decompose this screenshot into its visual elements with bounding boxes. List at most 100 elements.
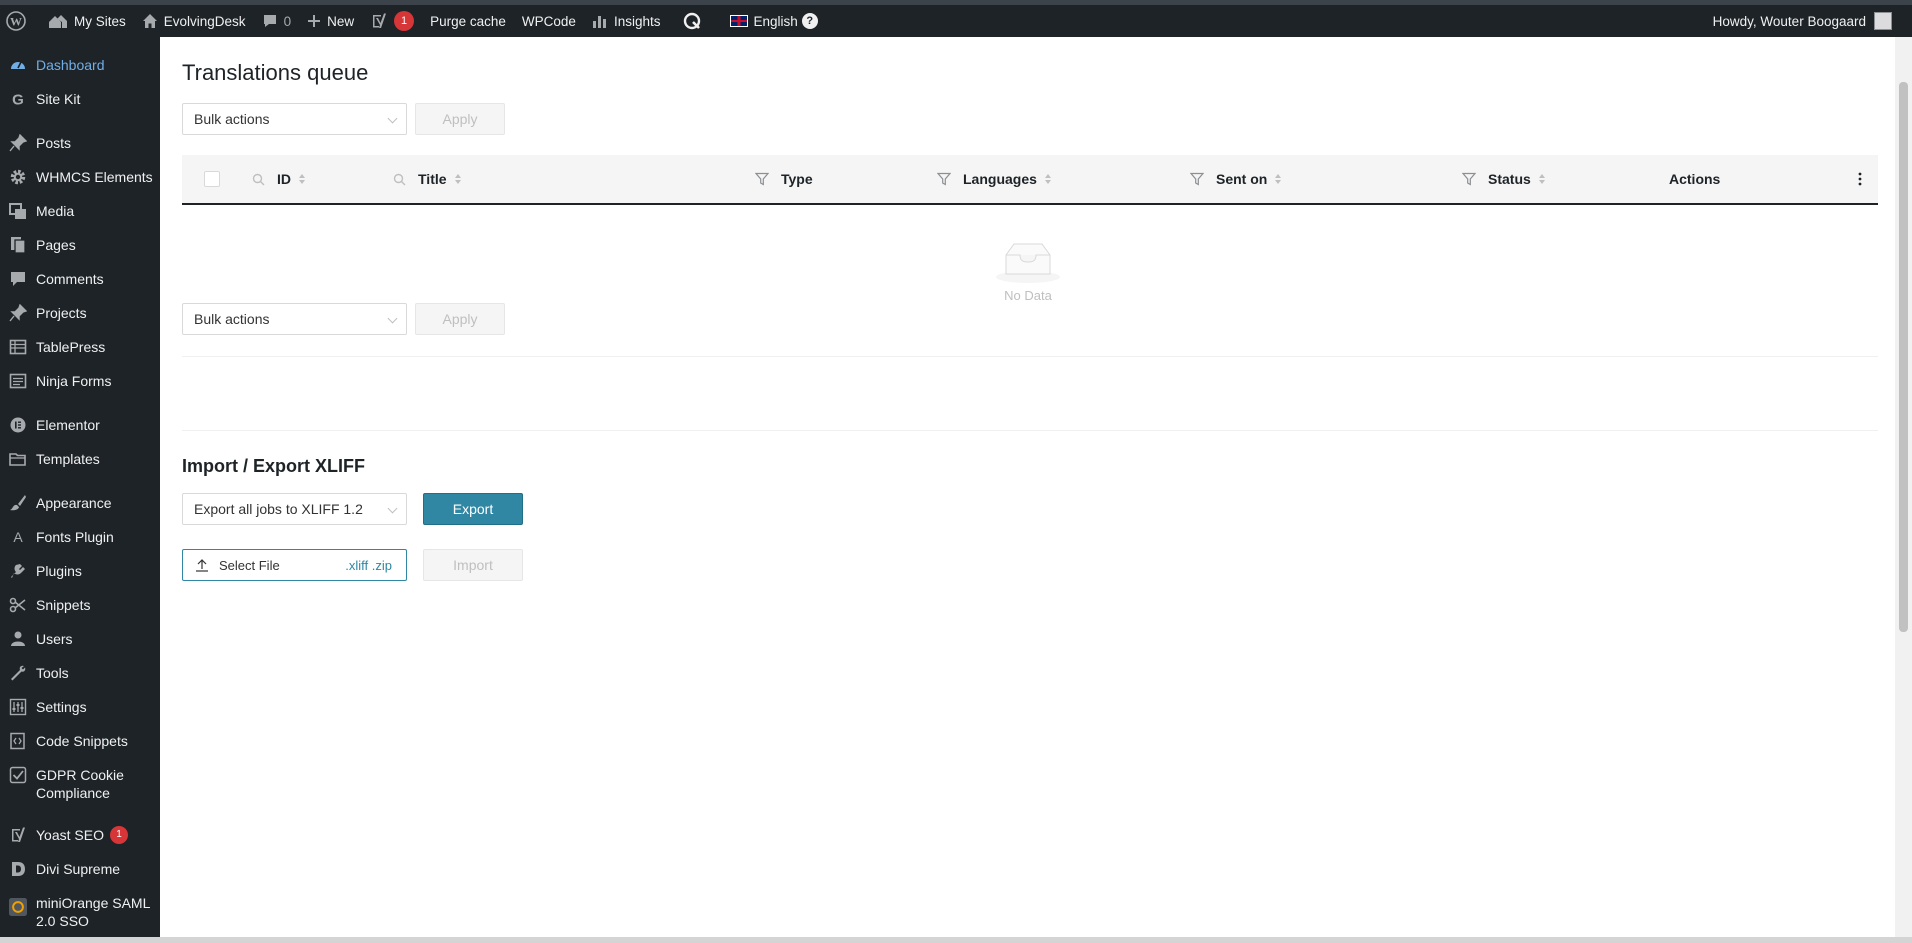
apply-button-bottom[interactable]: Apply — [415, 303, 505, 335]
sidebar-item-code-snippets[interactable]: Code Snippets — [0, 724, 160, 758]
export-button[interactable]: Export — [423, 493, 523, 525]
more-vertical-icon[interactable] — [1858, 172, 1862, 186]
sort-icon[interactable] — [1538, 174, 1545, 184]
empty-state: No Data — [980, 242, 1076, 303]
sidebar-item-label: Media — [36, 203, 75, 219]
comment-icon — [9, 270, 27, 288]
column-sent-on[interactable]: Sent on — [1190, 155, 1282, 203]
sort-icon[interactable] — [454, 174, 461, 184]
svg-text:W: W — [10, 15, 22, 29]
column-languages[interactable]: Languages — [937, 155, 1051, 203]
sidebar-item-yoast-seo[interactable]: Yoast SEO 1 — [0, 818, 160, 852]
page-scrollbar[interactable] — [1895, 37, 1912, 943]
sidebar-item-label: Tools — [36, 665, 69, 681]
sidebar-item-tools[interactable]: Tools — [0, 656, 160, 690]
sidebar-item-pages[interactable]: Pages — [0, 228, 160, 262]
yoast-notification-badge: 1 — [394, 11, 415, 31]
column-label: Actions — [1669, 171, 1721, 187]
sidebar-item-fonts-plugin[interactable]: A Fonts Plugin — [0, 520, 160, 554]
sidebar-item-label: Code Snippets — [36, 733, 128, 749]
sidebar-item-elementor[interactable]: Elementor — [0, 408, 160, 442]
column-type[interactable]: Type — [755, 155, 813, 203]
column-settings-menu[interactable] — [1858, 155, 1862, 203]
help-icon[interactable]: ? — [801, 13, 818, 29]
import-button[interactable]: Import — [423, 549, 523, 581]
filter-icon[interactable] — [1190, 172, 1204, 186]
sidebar-item-comments[interactable]: Comments — [0, 262, 160, 296]
site-name-label: EvolvingDesk — [163, 13, 246, 29]
insights-menu[interactable]: Insights — [584, 5, 669, 37]
sidebar-item-site-kit[interactable]: G Site Kit — [0, 82, 160, 116]
column-status[interactable]: Status — [1462, 155, 1545, 203]
howdy-label: Howdy, Wouter Boogaard — [1712, 13, 1866, 29]
sidebar-item-users[interactable]: Users — [0, 622, 160, 656]
sidebar-item-label: Fonts Plugin — [36, 529, 114, 545]
search-icon[interactable] — [393, 173, 406, 186]
filter-icon[interactable] — [755, 172, 769, 186]
sidebar-item-divi-supreme[interactable]: Divi Supreme — [0, 852, 160, 886]
comments-menu[interactable]: 0 — [254, 5, 300, 37]
search-icon[interactable] — [252, 173, 265, 186]
sidebar-item-ninja-forms[interactable]: Ninja Forms — [0, 364, 160, 398]
sidebar-item-miniorange-saml[interactable]: miniOrange SAML 2.0 SSO — [0, 886, 160, 936]
plus-icon — [308, 15, 321, 27]
divider — [182, 356, 1878, 357]
user-icon — [9, 630, 27, 648]
filter-icon[interactable] — [937, 172, 951, 186]
sites-icon — [49, 15, 67, 28]
column-label: Sent on — [1216, 171, 1268, 187]
yoast-icon — [373, 13, 387, 28]
select-all-checkbox[interactable] — [204, 171, 220, 187]
sidebar-item-snippets[interactable]: Snippets — [0, 588, 160, 622]
sort-icon[interactable] — [1275, 174, 1282, 184]
insights-label: Insights — [613, 13, 661, 29]
sidebar-item-gdpr-cookie-compliance[interactable]: GDPR Cookie Compliance — [0, 758, 160, 808]
new-content-menu[interactable]: New — [299, 5, 362, 37]
sidebar-item-whmcs-elements[interactable]: WHMCS Elements — [0, 160, 160, 194]
scrollbar-thumb[interactable] — [1899, 82, 1908, 632]
select-file-button[interactable]: Select File .xliff .zip — [182, 549, 407, 581]
sidebar-item-dashboard[interactable]: Dashboard — [0, 48, 160, 82]
sidebar-item-media[interactable]: Media — [0, 194, 160, 228]
purge-cache-button[interactable]: Purge cache — [422, 5, 514, 37]
sidebar-item-projects[interactable]: Projects — [0, 296, 160, 330]
wordpress-logo-button[interactable]: W — [0, 5, 40, 37]
yoast-menu[interactable]: 1 — [362, 5, 422, 37]
sort-icon[interactable] — [1044, 174, 1051, 184]
filter-icon[interactable] — [1462, 172, 1476, 186]
code-icon — [9, 732, 27, 750]
sidebar-item-appearance[interactable]: Appearance — [0, 486, 160, 520]
window-bottom-edge — [0, 937, 1912, 943]
search-console-button[interactable] — [668, 5, 722, 37]
wrench-icon — [9, 664, 27, 682]
sidebar-item-plugins[interactable]: Plugins — [0, 554, 160, 588]
sidebar-item-posts[interactable]: Posts — [0, 126, 160, 160]
column-id[interactable]: ID — [252, 155, 305, 203]
q-logo-icon — [684, 12, 701, 30]
column-label: Title — [418, 171, 447, 187]
svg-text:G: G — [12, 92, 24, 108]
wpcode-menu[interactable]: WPCode — [514, 5, 584, 37]
bulk-actions-select-bottom[interactable]: Bulk actions — [182, 303, 407, 335]
sidebar-item-label: Ninja Forms — [36, 373, 112, 389]
scissors-icon — [9, 596, 27, 614]
sidebar-item-tablepress[interactable]: TablePress — [0, 330, 160, 364]
chevron-down-icon — [387, 113, 398, 124]
media-icon — [9, 202, 27, 220]
export-format-select[interactable]: Export all jobs to XLIFF 1.2 — [182, 493, 407, 525]
sidebar-item-label: Templates — [36, 451, 100, 467]
account-menu[interactable]: Howdy, Wouter Boogaard — [1713, 5, 1892, 37]
sidebar-item-templates[interactable]: Templates — [0, 442, 160, 476]
sidebar-item-settings[interactable]: Settings — [0, 690, 160, 724]
language-switcher[interactable]: English ? — [722, 5, 825, 37]
column-label: Languages — [963, 171, 1037, 187]
apply-button-top[interactable]: Apply — [415, 103, 505, 135]
column-title[interactable]: Title — [393, 155, 461, 203]
bulk-actions-select-top[interactable]: Bulk actions — [182, 103, 407, 135]
sidebar-item-label: Projects — [36, 305, 87, 321]
bulk-actions-label: Bulk actions — [194, 311, 270, 327]
my-sites-menu[interactable]: My Sites — [40, 5, 134, 37]
site-name-menu[interactable]: EvolvingDesk — [134, 5, 254, 37]
column-label: Status — [1488, 171, 1531, 187]
sort-icon[interactable] — [299, 174, 305, 184]
